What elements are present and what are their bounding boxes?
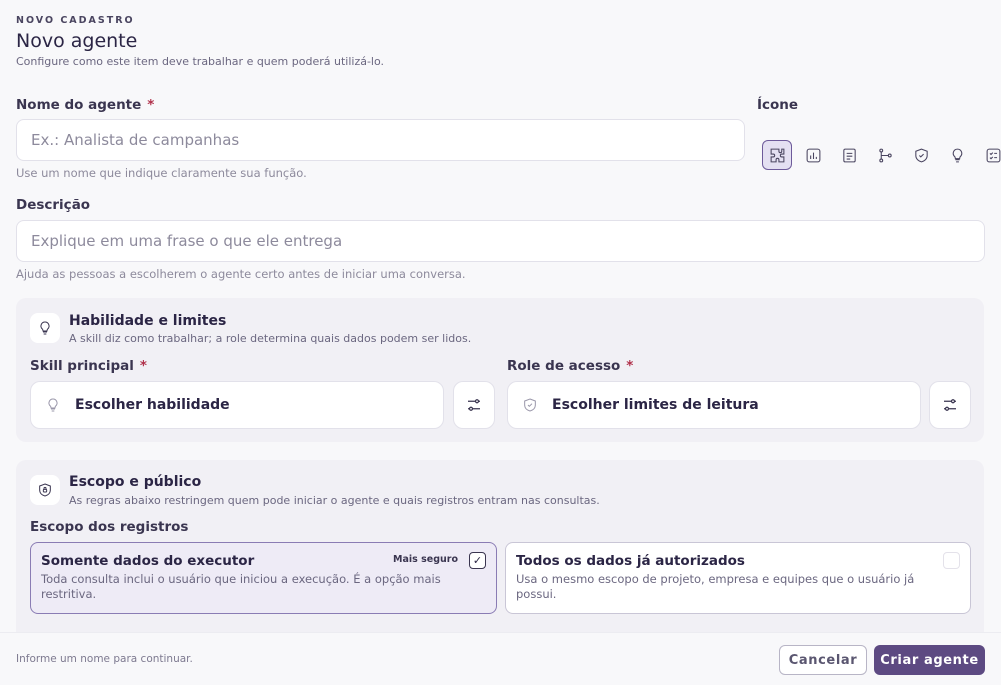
role-select-value: Escolher limites de leitura <box>552 397 759 413</box>
skills-panel: Habilidade e limites A skill diz como tr… <box>16 298 984 442</box>
option-description: Usa o mesmo escopo de projeto, empresa e… <box>516 572 915 601</box>
sliders-icon <box>468 399 480 411</box>
eyebrow: NOVO CADASTRO <box>16 15 135 26</box>
footer-bar: Informe um nome para continuar. Cancelar… <box>0 632 1001 685</box>
agent-name-input[interactable]: Ex.: Analista de campanhas <box>16 119 745 161</box>
page-subtitle: Configure como este item deve trabalhar … <box>16 55 385 68</box>
checklist-icon[interactable] <box>978 140 1001 170</box>
lightbulb-icon <box>30 313 60 343</box>
description-placeholder: Explique em uma frase o que ele entrega <box>31 232 343 250</box>
records-scope-label: Escopo dos registros <box>30 519 189 535</box>
role-label: Role de acesso * <box>507 358 633 374</box>
lightbulb-icon[interactable] <box>942 140 972 170</box>
role-label-text: Role de acesso <box>507 358 621 374</box>
required-mark: * <box>139 358 147 374</box>
skill-label: Skill principal * <box>30 358 147 374</box>
role-settings-button[interactable] <box>929 381 971 429</box>
chart-icon[interactable] <box>798 140 828 170</box>
role-select[interactable]: Escolher limites de leitura <box>507 381 921 429</box>
scope-panel-title: Escopo e público <box>69 474 202 490</box>
footer-hint: Informe um nome para continuar. <box>16 653 193 665</box>
shield-check-icon[interactable] <box>906 140 936 170</box>
scope-panel-subtitle: As regras abaixo restringem quem pode in… <box>69 494 600 507</box>
scope-panel: Escopo e público As regras abaixo restri… <box>16 460 984 632</box>
skill-settings-button[interactable] <box>453 381 495 429</box>
document-icon[interactable] <box>834 140 864 170</box>
option-title: Somente dados do executor <box>41 553 255 569</box>
skill-select-value: Escolher habilidade <box>75 397 230 413</box>
description-label: Descrição <box>16 197 91 213</box>
skill-label-text: Skill principal <box>30 358 134 374</box>
name-hint: Use um nome que indique claramente sua f… <box>16 166 307 180</box>
scope-option-executor[interactable]: Somente dados do executor Mais seguro ✓ … <box>30 542 497 614</box>
required-mark: * <box>147 97 155 113</box>
workflow-icon[interactable] <box>870 140 900 170</box>
required-mark: * <box>626 358 634 374</box>
agent-name-placeholder: Ex.: Analista de campanhas <box>31 131 240 149</box>
name-label-text: Nome do agente <box>16 97 142 113</box>
skills-panel-title: Habilidade e limites <box>69 313 227 329</box>
name-label: Nome do agente * <box>16 97 154 113</box>
lightbulb-icon <box>48 398 58 412</box>
cancel-button[interactable]: Cancelar <box>779 645 867 675</box>
skill-select[interactable]: Escolher habilidade <box>30 381 444 429</box>
checkbox-icon[interactable] <box>943 552 960 569</box>
description-hint: Ajuda as pessoas a escolherem o agente c… <box>16 267 466 281</box>
option-title: Todos os dados já autorizados <box>516 553 745 569</box>
create-agent-button[interactable]: Criar agente <box>874 645 985 675</box>
option-description: Toda consulta inclui o usuário que inici… <box>41 572 441 601</box>
shield-lock-icon <box>30 475 60 505</box>
sliders-icon <box>944 399 956 411</box>
check-icon[interactable]: ✓ <box>469 552 486 569</box>
page-title: Novo agente <box>16 30 138 52</box>
puzzle-icon[interactable] <box>762 140 792 170</box>
scope-option-authorized[interactable]: Todos os dados já autorizados Usa o mesm… <box>505 542 971 614</box>
shield-check-icon <box>524 398 536 412</box>
safe-badge: Mais seguro <box>393 554 458 565</box>
icon-label: Ícone <box>757 97 799 113</box>
form-sheet: NOVO CADASTRO Novo agente Configure como… <box>0 0 1001 632</box>
skills-panel-subtitle: A skill diz como trabalhar; a role deter… <box>69 332 472 345</box>
description-input[interactable]: Explique em uma frase o que ele entrega <box>16 220 985 262</box>
icon-picker <box>762 140 1001 170</box>
